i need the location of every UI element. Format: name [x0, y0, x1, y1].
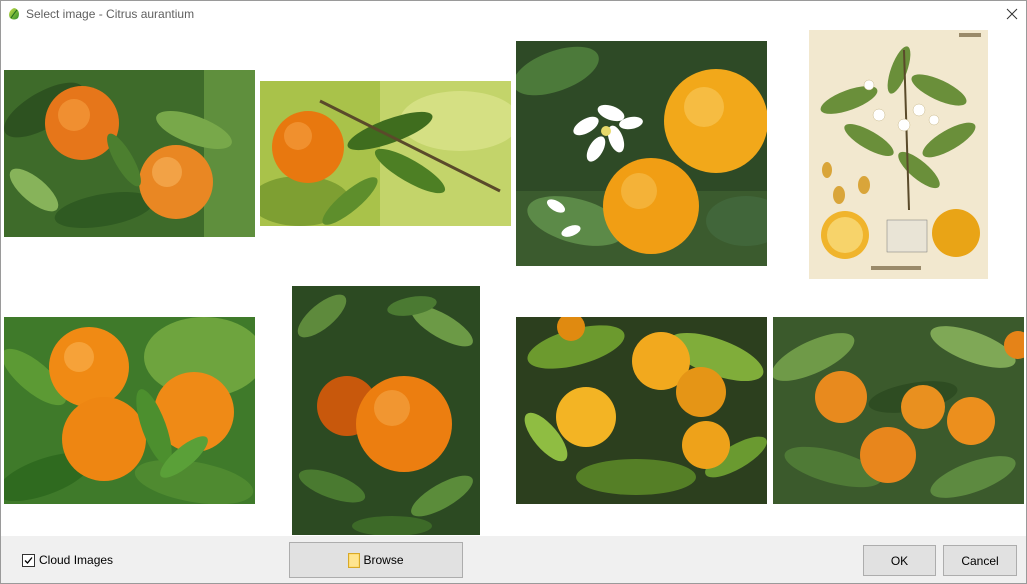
cancel-button[interactable]: Cancel	[943, 545, 1017, 576]
cloud-images-checkbox[interactable]: Cloud Images	[22, 553, 113, 567]
ok-button[interactable]: OK	[863, 545, 936, 576]
image-3[interactable]	[516, 41, 767, 266]
browse-button[interactable]: Browse	[289, 542, 463, 578]
close-icon	[1006, 8, 1018, 20]
folder-icon	[348, 552, 361, 568]
app-leaf-icon	[7, 7, 21, 21]
checkbox-box[interactable]	[22, 553, 35, 567]
image-8[interactable]	[773, 317, 1024, 504]
cancel-label: Cancel	[961, 553, 999, 568]
image-4[interactable]	[809, 30, 988, 279]
image-6[interactable]	[292, 286, 480, 535]
browse-label: Browse	[363, 553, 404, 567]
image-2[interactable]	[260, 81, 511, 226]
window-title: Select image - Citrus aurantium	[26, 7, 195, 21]
dialog-footer: Cloud Images Browse OK Cancel	[1, 536, 1026, 583]
cloud-images-label: Cloud Images	[39, 553, 114, 567]
close-button[interactable]	[1001, 4, 1023, 24]
image-5[interactable]	[4, 317, 255, 504]
title-bar: Select image - Citrus aurantium	[1, 1, 1026, 27]
select-image-dialog: Select image - Citrus aurantium Cloud Im…	[0, 0, 1027, 584]
image-1[interactable]	[4, 70, 255, 237]
image-7[interactable]	[516, 317, 767, 504]
checkmark-icon	[24, 556, 33, 564]
ok-label: OK	[890, 553, 909, 568]
